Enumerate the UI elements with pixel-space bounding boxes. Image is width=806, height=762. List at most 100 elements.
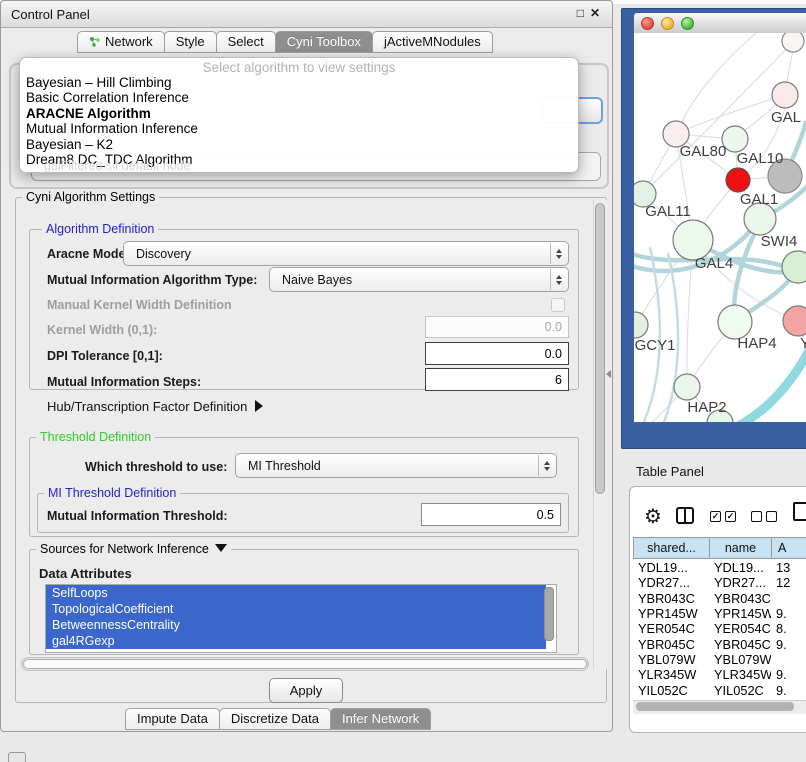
hub-tf-section[interactable]: Hub/Transcription Factor Definition bbox=[47, 399, 263, 414]
checked-box-icon[interactable]: ✓ bbox=[710, 511, 721, 522]
table-row[interactable]: YBL079WYBL079W bbox=[633, 652, 806, 667]
table-cell[interactable]: YBL079W bbox=[633, 652, 709, 667]
checked-box-icon[interactable]: ✓ bbox=[725, 511, 736, 522]
attribute-item-selected[interactable]: SelfLoops bbox=[46, 585, 546, 601]
network-node[interactable] bbox=[782, 33, 804, 52]
table-cell[interactable]: 9. bbox=[771, 637, 806, 652]
network-node[interactable] bbox=[782, 251, 806, 283]
bottom-left-partial-button[interactable] bbox=[8, 752, 26, 762]
table-cell[interactable]: YLR345W bbox=[709, 667, 771, 682]
attribute-item-selected[interactable]: gal4RGexp bbox=[46, 633, 546, 649]
column-header[interactable]: shared... bbox=[634, 538, 710, 558]
tab-impute-data[interactable]: Impute Data bbox=[125, 708, 220, 730]
float-window-icon[interactable]: □ bbox=[577, 6, 584, 20]
network-edge[interactable] bbox=[676, 33, 756, 134]
table-header-row[interactable]: shared... name A bbox=[633, 537, 806, 559]
attribute-item-selected[interactable]: BetweennessCentrality bbox=[46, 617, 546, 633]
table-row[interactable]: YBR043CYBR043C bbox=[633, 591, 806, 606]
network-node[interactable] bbox=[673, 220, 713, 260]
network-node[interactable] bbox=[674, 374, 700, 400]
table-row[interactable]: YIL052CYIL052C9. bbox=[633, 682, 806, 697]
algorithm-option[interactable]: Bayesian – Hill Climbing bbox=[20, 75, 578, 90]
network-edge[interactable] bbox=[732, 349, 806, 422]
table-row[interactable]: YBR045CYBR045C9. bbox=[633, 636, 806, 651]
attributes-scrollbar[interactable] bbox=[544, 587, 554, 641]
network-node[interactable] bbox=[783, 306, 806, 336]
table-row[interactable]: YLR345WYLR345W9. bbox=[633, 667, 806, 682]
table-cell[interactable]: YPR145W bbox=[709, 606, 771, 621]
network-node[interactable] bbox=[772, 82, 798, 108]
tab-network[interactable]: Network bbox=[77, 31, 165, 53]
network-node[interactable] bbox=[726, 168, 750, 192]
data-attributes-list[interactable]: SelfLoops TopologicalCoefficient Between… bbox=[45, 584, 557, 653]
network-canvas[interactable]: GALGAL80GAL10GAL1GAL11SWI4GAL4GCY1HAP4YH… bbox=[634, 33, 806, 422]
unchecked-box-icon[interactable] bbox=[766, 511, 777, 522]
table-cell[interactable]: YIL052C bbox=[709, 683, 771, 698]
zoom-traffic-light-icon[interactable] bbox=[681, 17, 694, 30]
table-cell[interactable]: YDL19... bbox=[633, 560, 709, 575]
table-cell[interactable]: YBR043C bbox=[709, 591, 771, 606]
minimize-traffic-light-icon[interactable] bbox=[661, 17, 674, 30]
divider-collapse-arrow-icon[interactable] bbox=[606, 370, 611, 378]
table-cell[interactable]: YDL19... bbox=[709, 560, 771, 575]
table-row[interactable]: YER054CYER054C8. bbox=[633, 621, 806, 636]
column-header[interactable]: A bbox=[772, 538, 806, 558]
manual-kernel-checkbox[interactable] bbox=[551, 298, 565, 312]
aracne-mode-select[interactable]: Discovery bbox=[123, 241, 569, 266]
dpi-tolerance-field[interactable]: 0.0 bbox=[425, 342, 569, 365]
table-cell[interactable]: YBR045C bbox=[709, 637, 771, 652]
table-cell[interactable]: 9. bbox=[771, 667, 806, 682]
mi-type-select[interactable]: Naive Bayes bbox=[269, 267, 569, 292]
table-row[interactable]: YPR145WYPR145W9. bbox=[633, 606, 806, 621]
mi-threshold-field[interactable]: 0.5 bbox=[421, 503, 561, 526]
table-hscrollbar-thumb[interactable] bbox=[636, 702, 794, 711]
attribute-item-selected[interactable]: TopologicalCoefficient bbox=[46, 601, 546, 617]
columns-icon[interactable] bbox=[676, 507, 694, 524]
table-cell[interactable]: YBL079W bbox=[709, 652, 771, 667]
mi-steps-field[interactable]: 6 bbox=[425, 368, 569, 391]
table-cell[interactable]: 8. bbox=[771, 621, 806, 636]
column-header[interactable]: name bbox=[710, 538, 772, 558]
close-window-icon[interactable]: ✕ bbox=[590, 6, 600, 20]
algorithm-option[interactable]: Mutual Information Inference bbox=[20, 121, 578, 136]
table-cell[interactable]: YER054C bbox=[709, 621, 771, 636]
gear-icon[interactable]: ⚙ bbox=[644, 504, 662, 529]
table-body[interactable]: YDL19...YDL19...13YDR27...YDR27...12YBR0… bbox=[633, 560, 806, 699]
tab-cyni-toolbox[interactable]: Cyni Toolbox bbox=[275, 31, 373, 53]
network-node[interactable] bbox=[718, 305, 752, 339]
tab-infer-network[interactable]: Infer Network bbox=[330, 708, 431, 730]
kernel-width-field[interactable]: 0.0 bbox=[425, 316, 569, 338]
table-cell[interactable]: YLR345W bbox=[633, 667, 709, 682]
close-traffic-light-icon[interactable] bbox=[641, 17, 654, 30]
tab-jactivemnodules[interactable]: jActiveMNodules bbox=[372, 31, 493, 53]
network-edge[interactable] bbox=[644, 247, 660, 422]
table-cell[interactable]: 9. bbox=[771, 683, 806, 698]
algorithm-option[interactable]: Bayesian – K2 bbox=[20, 137, 578, 152]
network-window-titlebar[interactable] bbox=[634, 13, 806, 35]
table-row[interactable]: YDR27...YDR27...12 bbox=[633, 575, 806, 590]
settings-hscrollbar-thumb[interactable] bbox=[23, 659, 587, 669]
table-cell[interactable]: YBR043C bbox=[633, 591, 709, 606]
table-cell[interactable]: 9. bbox=[771, 606, 806, 621]
settings-vscrollbar-thumb[interactable] bbox=[595, 203, 605, 494]
table-cell[interactable]: 12 bbox=[771, 575, 806, 590]
tab-select[interactable]: Select bbox=[216, 31, 276, 53]
table-cell[interactable]: 13 bbox=[771, 560, 806, 575]
unchecked-box-icon[interactable] bbox=[751, 511, 762, 522]
apply-button[interactable]: Apply bbox=[269, 678, 343, 703]
sources-group-title[interactable]: Sources for Network Inference bbox=[36, 542, 231, 556]
network-node[interactable] bbox=[634, 312, 648, 338]
table-cell[interactable]: YBR045C bbox=[633, 637, 709, 652]
tab-discretize-data[interactable]: Discretize Data bbox=[219, 708, 331, 730]
table-cell[interactable]: YPR145W bbox=[633, 606, 709, 621]
tab-style[interactable]: Style bbox=[164, 31, 217, 53]
table-row[interactable]: YDL19...YDL19...13 bbox=[633, 560, 806, 575]
document-icon[interactable] bbox=[793, 502, 806, 521]
table-cell[interactable]: YDR27... bbox=[709, 575, 771, 590]
algorithm-option[interactable]: Basic Correlation Inference bbox=[20, 90, 578, 105]
table-cell[interactable]: YIL052C bbox=[633, 683, 709, 698]
table-cell[interactable]: YDR27... bbox=[633, 575, 709, 590]
algorithm-option-selected[interactable]: ARACNE Algorithm bbox=[20, 106, 578, 121]
table-cell[interactable]: YER054C bbox=[633, 621, 709, 636]
which-threshold-select[interactable]: MI Threshold bbox=[235, 453, 557, 478]
